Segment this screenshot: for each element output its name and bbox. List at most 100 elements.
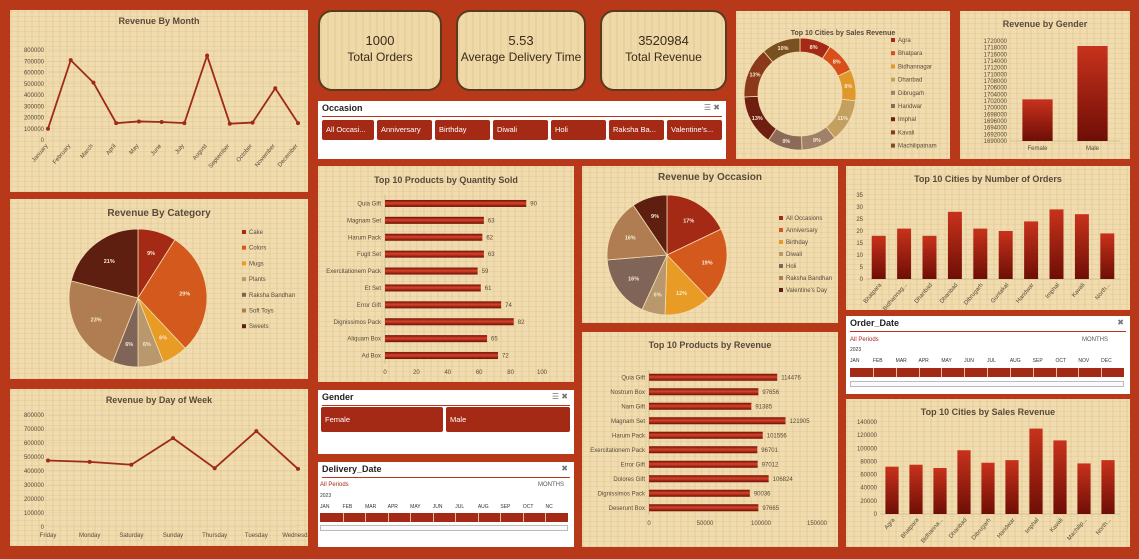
y-tick-label: 1690000	[984, 139, 1008, 145]
y-tick-label: Quia Gift	[357, 201, 381, 207]
x-tick-label: May	[129, 143, 141, 156]
bar	[385, 250, 484, 258]
y-tick-label: 1714000	[984, 59, 1008, 65]
timeline-month-label[interactable]: JAN	[320, 504, 329, 510]
legend-swatch	[242, 261, 246, 266]
y-tick-label: 1716000	[984, 52, 1008, 58]
timeline-segment-divider	[545, 513, 547, 522]
timeline-month-label[interactable]: OCT	[523, 504, 534, 510]
slicer-title: Occasion	[322, 103, 363, 113]
chart-title: Revenue by Gender	[1003, 19, 1088, 29]
x-tick-label: Bidhannag...	[882, 282, 908, 310]
legend-label: Diwali	[786, 252, 802, 258]
slicer-item-diwali[interactable]: Diwali	[493, 120, 548, 140]
x-tick-label: North...	[1095, 282, 1112, 301]
timeline-month-label[interactable]: SEP	[500, 504, 510, 510]
timeline-clear-icon[interactable]: ✖	[561, 464, 568, 473]
x-tick-label: Kavali	[1071, 282, 1086, 298]
y-tick-label: 0	[874, 512, 878, 518]
slice-label: 9%	[782, 139, 790, 145]
legend-label: Soft Toys	[249, 309, 274, 315]
timeline-month-label[interactable]: APR	[919, 358, 929, 364]
timeline-month-label[interactable]: NOV	[1078, 358, 1089, 364]
slicer-filter-icons[interactable]: ☰ ✖	[704, 103, 720, 112]
slicer-item-holi[interactable]: Holi	[551, 120, 606, 140]
x-tick-label: Tuesday	[245, 533, 268, 539]
timeline-month-label[interactable]: MAY	[410, 504, 420, 510]
kpi-total-revenue: 3520984 Total Revenue	[600, 10, 727, 91]
timeline-month-label[interactable]: AUG	[478, 504, 489, 510]
timeline-month-label[interactable]: APR	[388, 504, 398, 510]
y-tick-label: 120000	[857, 433, 878, 439]
legend-label: Sweets	[249, 324, 269, 330]
slicer-item-birthday[interactable]: Birthday	[435, 120, 490, 140]
timeline-scrollbar[interactable]	[850, 381, 1124, 387]
legend-swatch	[891, 143, 895, 148]
slice-label: 21%	[104, 259, 115, 265]
x-tick-label: 0	[383, 370, 387, 376]
y-tick-label: 0	[860, 277, 864, 283]
slicer-filter-icons[interactable]: ☰ ✖	[552, 392, 568, 401]
timeline-month-label[interactable]: FEB	[343, 504, 353, 510]
timeline-month-label[interactable]: JAN	[850, 358, 859, 364]
x-tick-label: North...	[1095, 517, 1112, 536]
timeline-segment-divider	[895, 368, 897, 377]
legend-swatch	[891, 117, 895, 122]
y-tick-label: 1694000	[984, 126, 1008, 132]
timeline-month-label[interactable]: JUL	[455, 504, 464, 510]
timeline-month-label[interactable]: OCT	[1056, 358, 1067, 364]
data-point	[46, 458, 50, 463]
timeline-month-label[interactable]: MAR	[896, 358, 907, 364]
bar	[385, 352, 499, 360]
timeline-month-label[interactable]: DEC	[1101, 358, 1112, 364]
timeline-month-label[interactable]: SEP	[1033, 358, 1043, 364]
chart-svg: Top 10 Products by Revenue 0 50000 100000 15…	[590, 340, 827, 527]
slicer-item-anniversary[interactable]: Anniversary	[377, 120, 432, 140]
timeline-month-label[interactable]: AUG	[1010, 358, 1021, 364]
slicer-item-valentines[interactable]: Valentine's...	[667, 120, 722, 140]
slice-label: 8%	[833, 60, 841, 66]
x-tick-label: 80	[507, 370, 514, 376]
timeline-selection-bar[interactable]	[320, 513, 568, 522]
timeline-segment-divider	[987, 368, 988, 377]
slice-label: 6%	[654, 293, 662, 299]
data-label: 61	[485, 286, 492, 292]
y-tick-label: Fugit Set	[357, 252, 381, 258]
timeline-segment-divider	[1101, 368, 1103, 377]
legend-swatch	[891, 51, 895, 56]
slicer-title: Gender	[322, 392, 354, 402]
kpi-average-delivery-time: 5.53 Average Delivery Time	[456, 10, 586, 91]
timeline-month-label[interactable]: MAR	[365, 504, 376, 510]
legend-swatch	[779, 252, 783, 256]
timeline-selection-bar[interactable]	[850, 368, 1124, 377]
chart-svg: Revenue By Month010000020000030000040000…	[24, 16, 300, 170]
legend-label: Bhatpara	[898, 51, 923, 57]
timeline-month-label[interactable]: JUN	[964, 358, 974, 364]
timeline-month-label[interactable]: JUN	[433, 504, 443, 510]
chart-svg: Top 10 Cities by Number of Orders 0 5 10 15 2…	[856, 174, 1120, 310]
slice-label: 8%	[810, 45, 818, 51]
x-tick-label: Female	[1027, 146, 1048, 152]
timeline-scrollbar[interactable]	[320, 525, 568, 531]
timeline-unit[interactable]: MONTHS	[1082, 337, 1108, 343]
timeline-clear-icon[interactable]: ✖	[1117, 318, 1124, 327]
legend-label: Anniversary	[786, 228, 818, 234]
data-point	[129, 462, 134, 467]
bar	[909, 464, 923, 514]
slicer-item-female[interactable]: Female	[321, 407, 443, 432]
y-tick-label: Dignissimos Pack	[334, 320, 382, 326]
timeline-month-label[interactable]: JUL	[987, 358, 996, 364]
data-label: 91385	[755, 404, 772, 410]
slicer-item-male[interactable]: Male	[446, 407, 570, 432]
bar	[649, 460, 758, 468]
data-point	[296, 121, 300, 126]
timeline-month-label[interactable]: NC	[545, 504, 552, 510]
x-tick-label: November	[254, 143, 276, 168]
timeline-month-label[interactable]: MAY	[941, 358, 951, 364]
slicer-item-all-occasions[interactable]: All Occasi...	[322, 120, 374, 140]
y-tick-label: Nam Gift	[621, 404, 645, 410]
timeline-month-label[interactable]: FEB	[873, 358, 883, 364]
data-point	[68, 58, 73, 63]
timeline-unit[interactable]: MONTHS	[538, 482, 564, 488]
slicer-item-raksha-bandhan[interactable]: Raksha Ba...	[609, 120, 664, 140]
